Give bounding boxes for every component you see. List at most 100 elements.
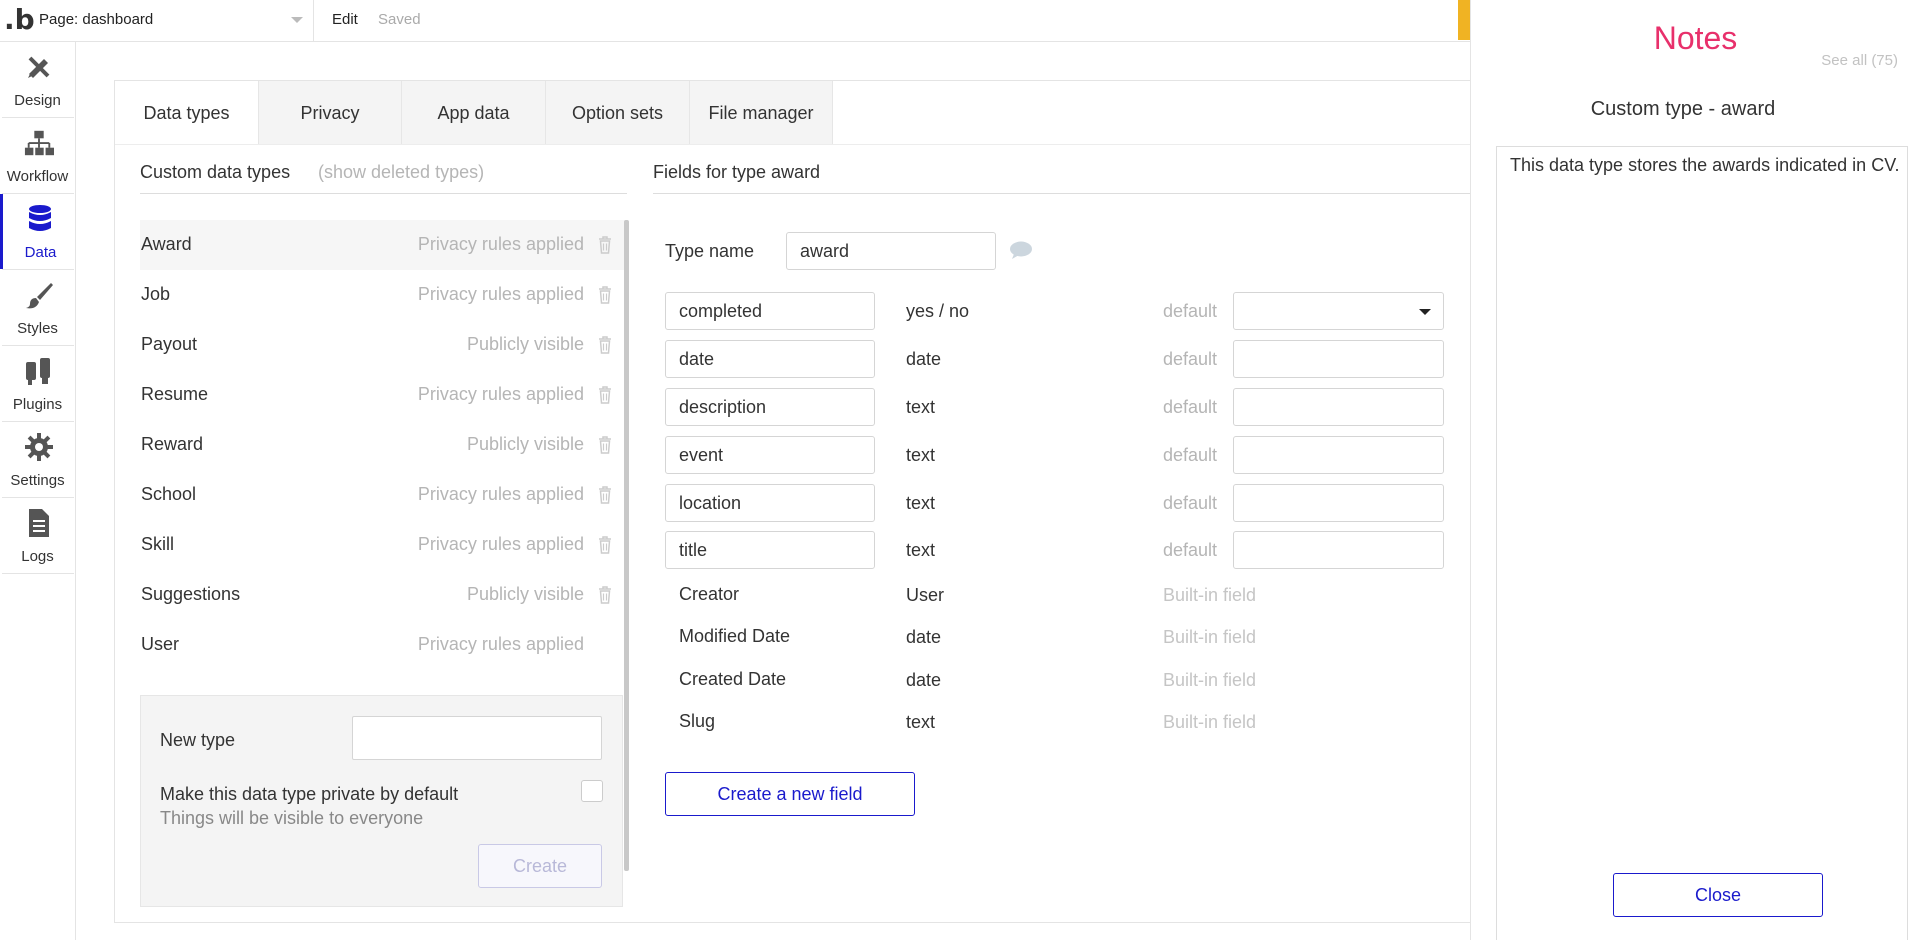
builtin-field-row: Creator User Built-in field bbox=[665, 576, 1445, 614]
field-type: User bbox=[906, 585, 945, 605]
default-value-input[interactable] bbox=[1233, 436, 1444, 474]
sidebar-item-workflow[interactable]: Workflow bbox=[0, 118, 75, 193]
close-button[interactable]: Close bbox=[1613, 873, 1823, 917]
field-type: date bbox=[906, 349, 942, 369]
list-item[interactable]: Skill Privacy rules applied bbox=[140, 520, 628, 570]
privacy-status: Publicly visible bbox=[466, 434, 584, 454]
trash-icon[interactable] bbox=[598, 436, 612, 454]
privacy-status: Publicly visible bbox=[466, 334, 584, 354]
tab-app-data[interactable]: App data bbox=[402, 81, 546, 145]
default-label: default bbox=[1163, 445, 1218, 465]
trash-icon[interactable] bbox=[598, 236, 612, 254]
comment-icon[interactable] bbox=[1009, 240, 1033, 260]
builtin-field-note: Built-in field bbox=[1163, 670, 1257, 690]
list-item[interactable]: Payout Publicly visible bbox=[140, 320, 628, 370]
builtin-field-note: Built-in field bbox=[1163, 585, 1257, 605]
field-type: text bbox=[906, 540, 936, 560]
create-type-button[interactable]: Create bbox=[478, 844, 602, 888]
list-item[interactable]: Job Privacy rules applied bbox=[140, 270, 628, 320]
divider bbox=[653, 193, 1475, 194]
list-item[interactable]: Suggestions Publicly visible bbox=[140, 570, 628, 620]
list-item[interactable]: School Privacy rules applied bbox=[140, 470, 628, 520]
trash-icon[interactable] bbox=[598, 486, 612, 504]
divider bbox=[2, 573, 74, 574]
page-selector[interactable]: Page: dashboard bbox=[32, 0, 314, 42]
trash-icon[interactable] bbox=[598, 386, 612, 404]
default-value-input[interactable] bbox=[1233, 340, 1444, 378]
tab-data-types[interactable]: Data types bbox=[115, 81, 259, 145]
show-deleted-types-link[interactable]: (show deleted types) bbox=[318, 162, 484, 183]
field-name-input[interactable]: completed bbox=[665, 292, 875, 330]
scrollbar[interactable] bbox=[624, 220, 629, 871]
list-item[interactable]: User Privacy rules applied bbox=[140, 620, 628, 670]
field-type: text bbox=[906, 493, 936, 513]
design-icon bbox=[24, 52, 54, 82]
sidebar-label: Settings bbox=[10, 472, 65, 489]
field-type: date bbox=[906, 670, 942, 690]
custom-data-types-title: Custom data types bbox=[140, 162, 291, 182]
field-name-input[interactable]: date bbox=[665, 340, 875, 378]
note-text: This data type stores the awards indicat… bbox=[1510, 155, 1900, 175]
type-name-input[interactable] bbox=[786, 232, 996, 270]
tab-privacy[interactable]: Privacy bbox=[259, 81, 402, 145]
field-name-input[interactable]: event bbox=[665, 436, 875, 474]
new-type-input[interactable] bbox=[352, 716, 602, 760]
field-type: date bbox=[906, 627, 942, 647]
default-value-input[interactable] bbox=[1233, 484, 1444, 522]
trash-icon[interactable] bbox=[598, 536, 612, 554]
builtin-field-note: Built-in field bbox=[1163, 712, 1257, 732]
divider bbox=[115, 144, 1475, 145]
sidebar-item-design[interactable]: Design bbox=[0, 42, 75, 117]
workflow-icon bbox=[24, 128, 54, 158]
caret-down-icon bbox=[1419, 309, 1431, 315]
edit-menu[interactable]: Edit bbox=[332, 11, 358, 28]
brush-icon bbox=[24, 280, 54, 310]
gear-icon bbox=[24, 432, 54, 462]
default-value-input[interactable] bbox=[1233, 531, 1444, 569]
sidebar-item-styles[interactable]: Styles bbox=[0, 270, 75, 345]
field-row-title: title text default bbox=[665, 531, 1445, 569]
see-all-notes-link[interactable]: See all (75) bbox=[1821, 52, 1898, 69]
trash-icon[interactable] bbox=[598, 336, 612, 354]
plug-icon bbox=[24, 356, 54, 386]
sidebar-item-settings[interactable]: Settings bbox=[0, 422, 75, 497]
data-type-name: Suggestions bbox=[141, 584, 241, 604]
builtin-field-row: Modified Date date Built-in field bbox=[665, 618, 1445, 656]
field-name-input[interactable]: description bbox=[665, 388, 875, 426]
privacy-status: Privacy rules applied bbox=[417, 384, 584, 404]
trash-icon[interactable] bbox=[598, 286, 612, 304]
sidebar-item-data[interactable]: Data bbox=[0, 194, 75, 269]
list-item[interactable]: Reward Publicly visible bbox=[140, 420, 628, 470]
document-icon bbox=[24, 508, 54, 538]
list-item[interactable]: Resume Privacy rules applied bbox=[140, 370, 628, 420]
note-textarea[interactable]: This data type stores the awards indicat… bbox=[1496, 146, 1908, 940]
default-value-input[interactable] bbox=[1233, 388, 1444, 426]
trash-icon[interactable] bbox=[598, 586, 612, 604]
builtin-field-name: Creator bbox=[665, 576, 875, 614]
left-sidebar: Design Workflow Data Styles Plugins Sett… bbox=[0, 42, 76, 940]
data-type-name: User bbox=[141, 634, 180, 654]
data-type-name: Award bbox=[141, 234, 192, 254]
tab-bar: Data types Privacy App data Option sets … bbox=[115, 81, 833, 145]
field-row-date: date date default bbox=[665, 340, 1445, 378]
sidebar-label: Workflow bbox=[6, 168, 69, 185]
field-name-input[interactable]: title bbox=[665, 531, 875, 569]
create-new-field-button[interactable]: Create a new field bbox=[665, 772, 915, 816]
privacy-status: Privacy rules applied bbox=[417, 284, 584, 304]
sidebar-item-plugins[interactable]: Plugins bbox=[0, 346, 75, 421]
default-value-dropdown[interactable] bbox=[1233, 292, 1444, 330]
new-type-form: New type Make this data type private by … bbox=[140, 695, 623, 907]
tab-option-sets[interactable]: Option sets bbox=[546, 81, 690, 145]
tab-file-manager[interactable]: File manager bbox=[690, 81, 833, 145]
issues-indicator[interactable] bbox=[1458, 0, 1470, 40]
bubble-logo[interactable]: .b bbox=[4, 6, 35, 36]
builtin-field-name: Slug bbox=[665, 703, 875, 741]
private-default-checkbox[interactable] bbox=[581, 780, 603, 802]
field-type: yes / no bbox=[906, 301, 970, 321]
list-item[interactable]: Award Privacy rules applied bbox=[140, 220, 628, 270]
field-name-input[interactable]: location bbox=[665, 484, 875, 522]
data-type-name: Job bbox=[141, 284, 171, 304]
sidebar-item-logs[interactable]: Logs bbox=[0, 498, 75, 573]
default-label: default bbox=[1163, 540, 1218, 560]
field-type: text bbox=[906, 445, 936, 465]
